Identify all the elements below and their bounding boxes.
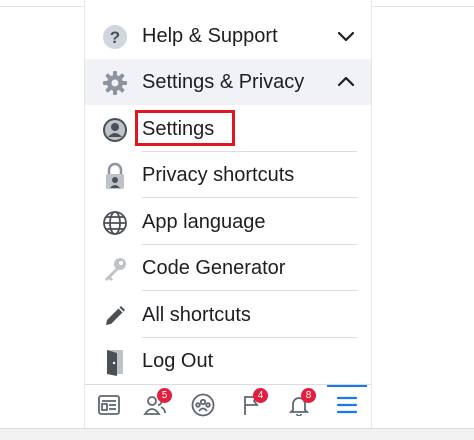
chevron-up-icon[interactable] (335, 71, 357, 93)
user-avatar-icon (101, 116, 129, 144)
privacy-shortcuts-item[interactable]: Privacy shortcuts (85, 152, 371, 198)
tab-friends[interactable]: 5 (135, 385, 175, 429)
settings-privacy-row[interactable]: Settings & Privacy (85, 59, 371, 105)
divider (142, 197, 357, 198)
menu-panel: ? Help & Support Settings & Privacy Sett… (84, 0, 372, 429)
pages-badge: 4 (253, 388, 268, 403)
friends-badge: 5 (157, 388, 172, 403)
log-out-label: Log Out (142, 350, 214, 372)
notifications-badge: 8 (301, 388, 316, 403)
settings-highlight-box (135, 110, 235, 146)
door-icon (101, 348, 129, 376)
key-icon (101, 255, 129, 283)
pencil-icon (101, 302, 129, 330)
hamburger-menu-icon (335, 395, 359, 420)
question-circle-icon: ? (101, 23, 129, 51)
tab-news-feed[interactable] (89, 385, 129, 429)
gear-icon (101, 69, 129, 97)
groups-icon (191, 393, 215, 422)
bottom-divider (0, 428, 474, 440)
app-language-label: App language (142, 211, 266, 233)
code-generator-label: Code Generator (142, 257, 286, 279)
all-shortcuts-label: All shortcuts (142, 304, 251, 326)
privacy-shortcuts-label: Privacy shortcuts (142, 164, 295, 186)
news-feed-icon (97, 394, 121, 421)
svg-text:?: ? (110, 28, 120, 47)
tab-groups[interactable] (183, 385, 223, 429)
log-out-item[interactable]: Log Out (85, 338, 371, 384)
tab-notifications[interactable]: 8 (279, 385, 319, 429)
all-shortcuts-item[interactable]: All shortcuts (85, 292, 371, 338)
bottom-tab-bar: 5 4 8 (85, 384, 371, 429)
code-generator-item[interactable]: Code Generator (85, 245, 371, 291)
settings-item[interactable]: Settings (85, 106, 371, 152)
settings-privacy-label: Settings & Privacy (142, 71, 305, 93)
tab-pages[interactable]: 4 (231, 385, 271, 429)
help-support-label: Help & Support (142, 25, 278, 47)
chevron-down-icon[interactable] (335, 25, 357, 47)
active-tab-indicator (327, 385, 367, 387)
tab-menu[interactable] (327, 385, 367, 429)
lock-user-icon (101, 162, 129, 190)
help-support-row[interactable]: ? Help & Support (85, 13, 371, 59)
divider (142, 290, 357, 291)
globe-icon (101, 209, 129, 237)
app-language-item[interactable]: App language (85, 199, 371, 245)
